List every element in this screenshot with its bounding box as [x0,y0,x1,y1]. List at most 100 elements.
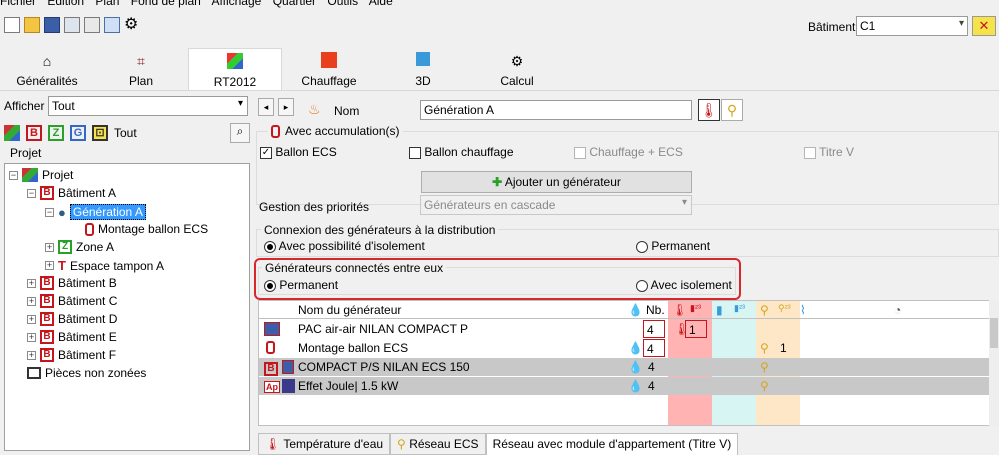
gear-icon[interactable]: ⚙ [124,17,138,39]
tree-label: Projet [42,168,74,182]
row-nb[interactable]: 4 [645,377,658,395]
radio-selected [264,279,276,292]
collapse-icon[interactable]: − [27,188,36,198]
search-icon[interactable]: ⌕ [230,123,250,143]
grid-scrollbar[interactable] [989,300,999,426]
tab-3d[interactable]: 3D [376,48,470,90]
row-nb[interactable]: 4 [643,339,665,357]
afficher-select[interactable]: Tout ▾ [48,96,248,116]
row-nb[interactable]: 4 [643,320,665,338]
filter-tout-label[interactable]: Tout [114,126,137,140]
tree-node-projet[interactable]: − Projet [9,168,73,182]
table-row[interactable]: Ap Effet Joule| 1.5 kW 💧 4 ⚲ [259,377,998,395]
table-row[interactable]: PAC air-air NILAN COMPACT P 4 🌡 1 [259,320,998,338]
tree-node-pieces[interactable]: Pièces non zonées [27,366,146,380]
ballon-ecs-checkbox[interactable]: ✓ Ballon ECS [260,145,337,159]
water-drop-icon: 💧 [628,379,643,393]
tree-node-espace-tampon[interactable]: + T Espace tampon A [45,258,164,273]
expand-icon[interactable]: + [45,242,54,252]
connectes-option-isolement[interactable]: Avec isolement [636,278,732,292]
radio-empty [636,240,648,253]
building-crossed-icon[interactable]: ✕ [972,16,996,36]
thermometer-icon[interactable]: 🌡 [698,99,720,121]
tree-node-batiment-e[interactable]: + B Bâtiment E [27,330,117,344]
connexion-option-permanent[interactable]: Permanent [636,239,710,253]
tap-icon: ⚲ [760,341,769,355]
menu-fichier[interactable]: Fichier [0,0,36,8]
menu-aide[interactable]: Aide [369,0,393,8]
generators-grid[interactable]: Nom du générateur 💧 Nb. 🌡 ▮²³ ▮ ▮²³ ⚲ ⚲²… [258,300,999,426]
tab-temperature-eau[interactable]: 🌡 Température d'eau [258,433,391,455]
menu-fond-de-plan[interactable]: Fond de plan [131,0,201,8]
next-icon[interactable]: ▸ [278,98,294,116]
expand-icon[interactable]: + [27,278,36,288]
row-chauffage-value[interactable]: 1 [685,320,707,338]
network-icon[interactable] [84,17,100,33]
projet-header: Projet [0,146,253,161]
tree-node-montage[interactable]: Montage ballon ECS [85,222,208,236]
connectes-option-permanent[interactable]: Permanent [264,278,338,292]
table-row[interactable]: B COMPACT P/S NILAN ECS 150 💧 4 ⚲ [259,358,998,376]
menu-quartier[interactable]: Quartier [273,0,316,8]
row-nb[interactable]: 4 [645,358,658,376]
header-nom[interactable]: Nom du générateur [295,301,404,319]
chauffage-ecs-checkbox[interactable]: Chauffage + ECS [574,145,683,159]
titre-v-checkbox[interactable]: Titre V [804,145,854,159]
expand-icon[interactable]: + [27,350,36,360]
tab-chauffage[interactable]: Chauffage [282,48,376,90]
tab-calcul[interactable]: ⚙ Calcul [470,48,564,90]
open-folder-icon[interactable] [24,17,40,33]
menu-outils[interactable]: Outils [327,0,358,8]
tab-rt2012[interactable]: RT2012 [188,48,282,90]
titre-v-label: Titre V [819,145,855,159]
pieces-icon [27,367,41,379]
expand-icon[interactable]: + [27,296,36,306]
table-row[interactable]: Montage ballon ECS 💧 4 ⚲ 1 [259,339,998,357]
toolbar: ⚙ [4,17,138,39]
tout-filter-icon[interactable]: ⊡ [92,125,108,141]
tree-node-zone-a[interactable]: + Z Zone A [45,240,114,254]
menu-affichage[interactable]: Affichage [212,0,262,8]
ballon-chauffage-checkbox[interactable]: Ballon chauffage [409,145,514,159]
nom-field[interactable] [420,100,692,120]
tree-node-batiment-b[interactable]: + B Bâtiment B [27,276,117,290]
tab-reseau-module-appartement[interactable]: Réseau avec module d'appartement (Titre … [485,433,739,455]
connectes-title: Générateurs connectés entre eux [262,261,447,275]
menu-plan[interactable]: Plan [95,0,119,8]
connexion-option-isolement[interactable]: Avec possibilité d'isolement [264,239,425,253]
tap-icon[interactable]: ⚲ [721,99,743,121]
project-tree[interactable]: − Projet − B Bâtiment A − ● Génération A… [4,163,250,451]
tree-node-generation-a[interactable]: − ● Génération A [45,204,146,220]
tab-plan[interactable]: ⌗ Plan [94,48,188,90]
collapse-icon[interactable]: − [9,170,18,180]
ballon-icon [271,124,280,138]
multi-color-filter-icon[interactable] [4,125,20,141]
tab-generalites[interactable]: ⌂ Généralités [0,48,94,90]
list-icon[interactable] [64,17,80,33]
tree-node-batiment-a[interactable]: − B Bâtiment A [27,186,116,200]
zone-filter-icon[interactable]: Z [48,125,64,141]
previous-icon[interactable]: ◂ [258,98,274,116]
save-icon[interactable] [44,17,60,33]
tree-node-batiment-c[interactable]: + B Bâtiment C [27,294,117,308]
batiment-filter-icon[interactable]: B [26,125,42,141]
table-icon[interactable] [104,17,120,33]
header-nb[interactable]: Nb. [643,301,668,319]
tab-reseau-ecs[interactable]: ⚲ Réseau ECS [390,433,486,455]
tree-node-batiment-d[interactable]: + B Bâtiment D [27,312,117,326]
gestion-select[interactable]: Générateurs en cascade ▾ [420,195,692,215]
new-file-icon[interactable] [4,17,20,33]
row-nom: Montage ballon ECS [298,341,409,355]
group-filter-icon[interactable]: G [70,125,86,141]
zone-icon: Z [58,240,72,254]
ajouter-generateur-button[interactable]: ✚ Ajouter un générateur [421,171,692,193]
expand-icon[interactable]: + [27,314,36,324]
row-ecs-value[interactable]: 1 [777,339,790,357]
expand-icon[interactable]: + [27,332,36,342]
menu-edition[interactable]: Edition [47,0,84,8]
tree-node-batiment-f[interactable]: + B Bâtiment F [27,348,116,362]
batiment-select[interactable]: C1 ▾ [856,16,968,36]
collapse-icon[interactable]: − [45,207,54,217]
check-icon: ✓ [260,146,272,159]
expand-icon[interactable]: + [45,261,54,270]
